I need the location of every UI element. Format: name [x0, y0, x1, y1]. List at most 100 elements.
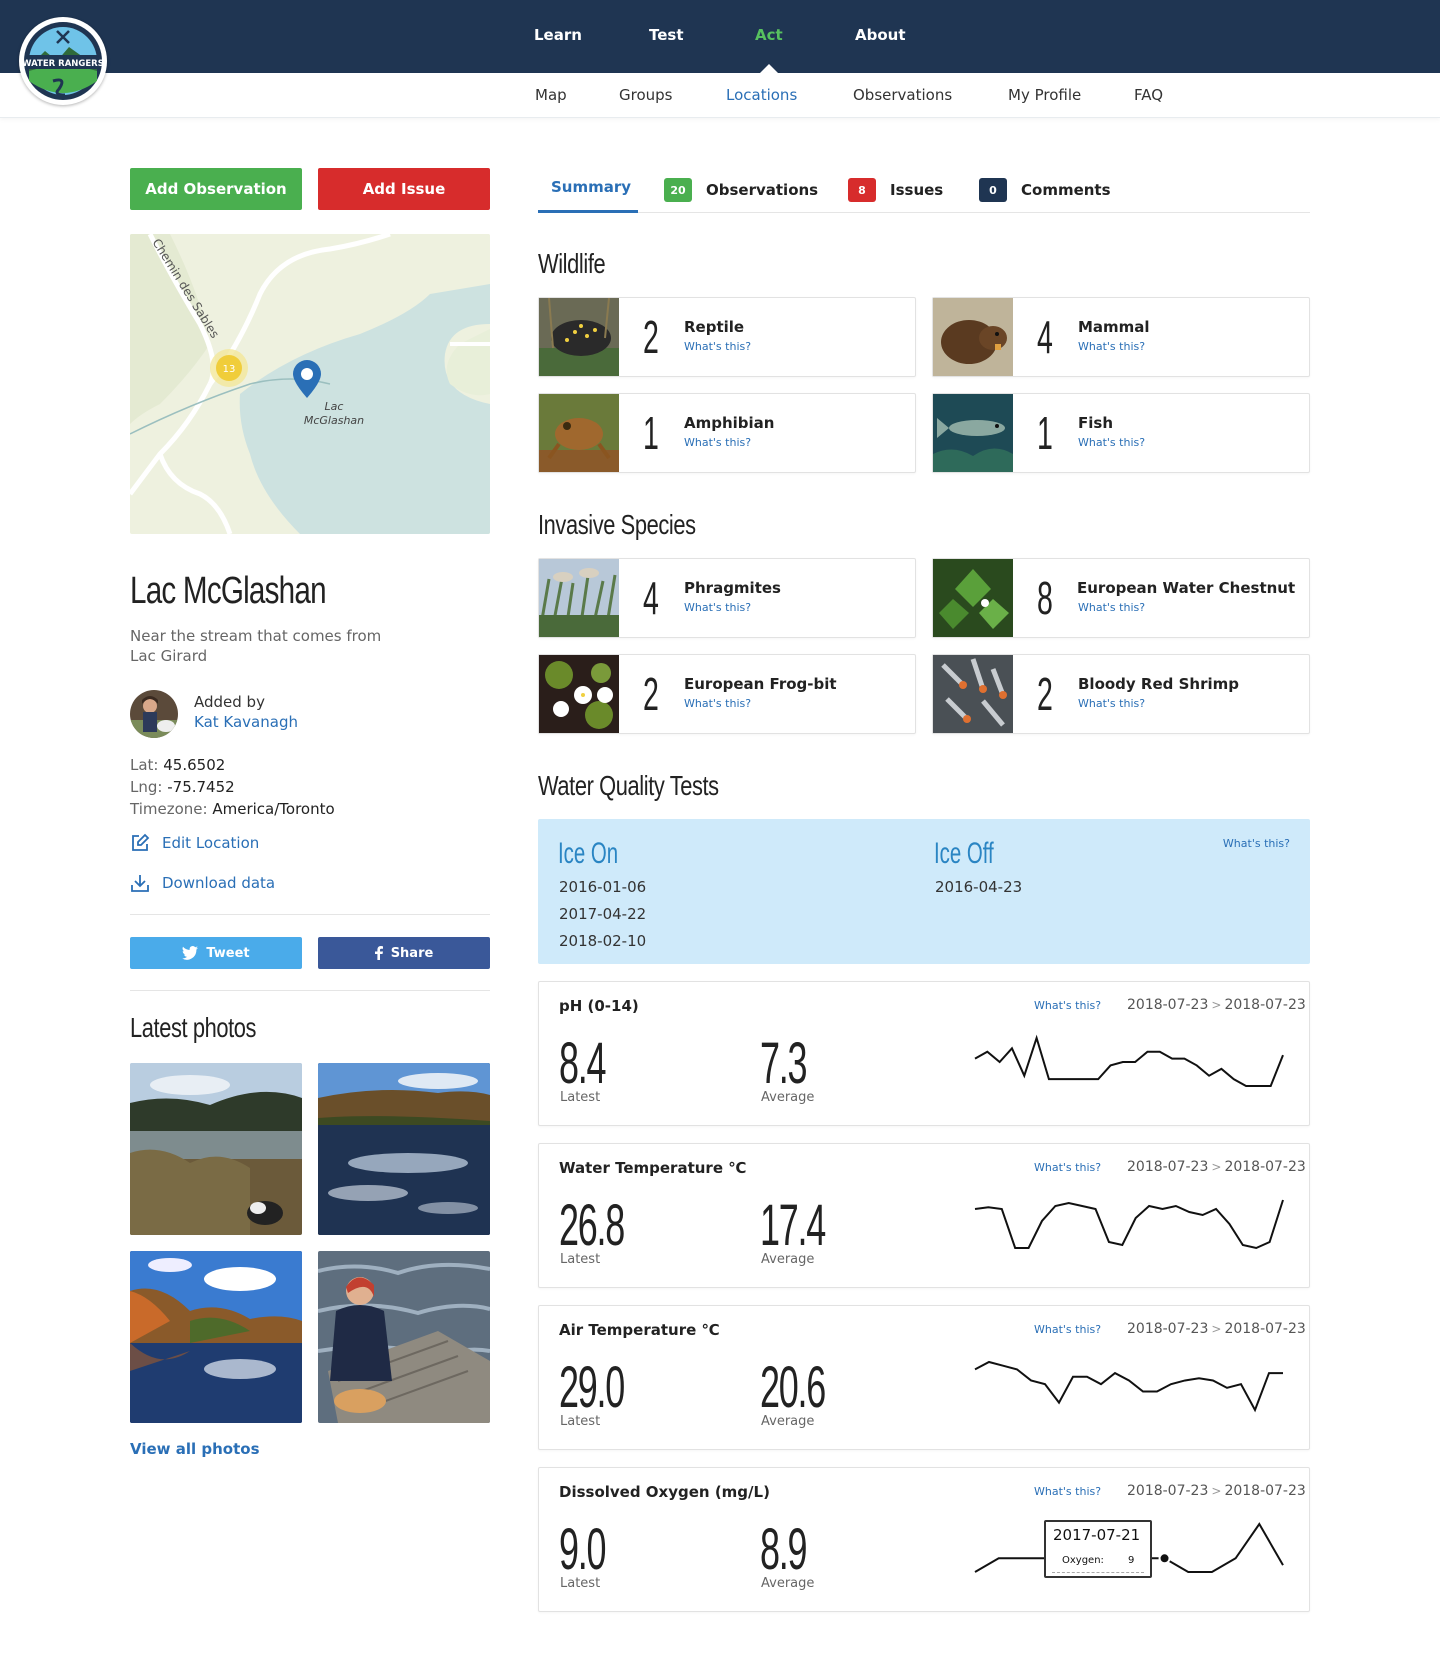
- map-lake-label-1: Lac: [325, 400, 344, 413]
- ice-on-off-panel: Ice On 2016-01-06 2017-04-22 2018-02-10 …: [538, 819, 1310, 964]
- whats-this-link[interactable]: What's this?: [684, 601, 751, 614]
- whats-this-link[interactable]: What's this?: [1034, 1485, 1101, 1498]
- facebook-icon: [374, 946, 383, 960]
- invasive-card-european-frog-bit[interactable]: 2 European Frog-bit What's this?: [538, 654, 916, 734]
- whats-this-link[interactable]: What's this?: [684, 697, 751, 710]
- invasive-card-european-water-chestnut[interactable]: 8 European Water Chestnut What's this?: [932, 558, 1310, 638]
- tweet-button[interactable]: Tweet: [130, 937, 302, 969]
- whats-this-link[interactable]: What's this?: [1034, 1323, 1101, 1336]
- location-tabs: Summary 20 Observations 8 Issues 0 Comme…: [538, 170, 1310, 213]
- amphibian-photo: [539, 394, 619, 472]
- test-title: Water Temperature ℃: [559, 1159, 747, 1177]
- whats-this-link[interactable]: What's this?: [1034, 1161, 1101, 1174]
- invasive-name: European Water Chestnut: [1077, 579, 1296, 597]
- longitude: Lng: -75.7452: [130, 778, 235, 796]
- tab-observations[interactable]: 20 Observations: [664, 178, 818, 202]
- tab-issues-label: Issues: [890, 181, 944, 199]
- photo-thumbnail[interactable]: [318, 1063, 490, 1235]
- tab-summary[interactable]: Summary: [551, 178, 631, 196]
- tz-label: Timezone:: [130, 800, 208, 818]
- whats-this-link[interactable]: What's this?: [1034, 999, 1101, 1012]
- active-tab-indicator: [538, 210, 638, 213]
- tab-comments-label: Comments: [1021, 181, 1111, 199]
- wildlife-name: Mammal: [1078, 318, 1150, 336]
- water-temperature-sparkline[interactable]: [969, 1194, 1289, 1254]
- subnav-locations[interactable]: Locations: [726, 86, 797, 104]
- photo-thumbnail[interactable]: [130, 1063, 302, 1235]
- wildlife-name: Amphibian: [684, 414, 775, 432]
- tab-comments[interactable]: 0 Comments: [979, 178, 1111, 202]
- photo-thumbnail[interactable]: [318, 1251, 490, 1423]
- average-label: Average: [761, 1414, 815, 1429]
- test-card-ph: pH (0-14) What's this? 2018-07-23 >2018-0…: [538, 981, 1310, 1126]
- date-range: 2018-07-23 >2018-07-23: [1127, 997, 1306, 1013]
- test-title: Dissolved Oxygen (mg/L): [559, 1483, 770, 1501]
- download-icon: [131, 875, 149, 892]
- photo-thumbnail[interactable]: [130, 1251, 302, 1423]
- share-button[interactable]: Share: [318, 937, 490, 969]
- water-rangers-logo[interactable]: WATER RANGERS: [19, 17, 107, 105]
- subnav-groups[interactable]: Groups: [619, 86, 672, 104]
- subnav-my-profile[interactable]: My Profile: [1008, 86, 1081, 104]
- invasive-card-bloody-red-shrimp[interactable]: 2 Bloody Red Shrimp What's this?: [932, 654, 1310, 734]
- download-data-link[interactable]: Download data: [130, 873, 275, 893]
- ph-sparkline[interactable]: [969, 1032, 1289, 1092]
- whats-this-link[interactable]: What's this?: [1078, 340, 1145, 353]
- lat-label: Lat:: [130, 756, 159, 774]
- date-from: 2018-07-23: [1127, 997, 1209, 1013]
- map-cluster-count[interactable]: 13: [223, 364, 236, 375]
- add-issue-button[interactable]: Add Issue: [318, 168, 490, 210]
- nav-test[interactable]: Test: [649, 26, 684, 44]
- invasive-name: Bloody Red Shrimp: [1078, 675, 1239, 693]
- edit-location-link[interactable]: Edit Location: [130, 833, 259, 853]
- add-observation-button[interactable]: Add Observation: [130, 168, 302, 210]
- nav-learn[interactable]: Learn: [534, 26, 582, 44]
- ice-off-heading: Ice Off: [934, 837, 994, 870]
- subnav-observations[interactable]: Observations: [853, 86, 952, 104]
- invasive-card-phragmites[interactable]: 4 Phragmites What's this?: [538, 558, 916, 638]
- edit-location-label: Edit Location: [162, 834, 260, 852]
- ice-on-date: 2018-02-10: [559, 932, 647, 950]
- added-by-user-link[interactable]: Kat Kavanagh: [194, 713, 298, 731]
- invasive-name: European Frog-bit: [684, 675, 837, 693]
- average-value: 7.3: [760, 1031, 808, 1096]
- date-range: 2018-07-23 >2018-07-23: [1127, 1159, 1306, 1175]
- whats-this-link[interactable]: What's this?: [1078, 601, 1145, 614]
- wildlife-card-reptile[interactable]: 2 Reptile What's this?: [538, 297, 916, 377]
- location-map[interactable]: Chemin des Sables 13 Lac McGlashan: [130, 234, 490, 534]
- location-title: Lac McGlashan: [130, 570, 327, 612]
- tooltip-value: 9: [1128, 1555, 1135, 1566]
- tab-issues[interactable]: 8 Issues: [848, 178, 943, 202]
- top-nav-bar: [0, 0, 1440, 73]
- average-label: Average: [761, 1090, 815, 1105]
- latest-value: 26.8: [559, 1193, 625, 1258]
- wildlife-card-mammal[interactable]: 4 Mammal What's this?: [932, 297, 1310, 377]
- divider: [130, 990, 490, 991]
- latest-photos-heading: Latest photos: [130, 1012, 257, 1043]
- nav-act[interactable]: Act: [755, 26, 783, 44]
- wildlife-count: 1: [643, 407, 659, 459]
- divider: [130, 914, 490, 915]
- nav-about[interactable]: About: [855, 26, 906, 44]
- whats-this-link[interactable]: What's this?: [684, 436, 751, 449]
- invasive-count: 2: [1037, 668, 1053, 720]
- wildlife-card-fish[interactable]: 1 Fish What's this?: [932, 393, 1310, 473]
- subnav-faq[interactable]: FAQ: [1134, 86, 1163, 104]
- avatar[interactable]: [130, 690, 178, 738]
- latest-label: Latest: [560, 1090, 601, 1105]
- subnav-map[interactable]: Map: [535, 86, 567, 104]
- view-all-photos-link[interactable]: View all photos: [130, 1440, 260, 1458]
- date-range: 2018-07-23 >2018-07-23: [1127, 1483, 1306, 1499]
- wildlife-heading: Wildlife: [538, 248, 606, 279]
- hover-point[interactable]: [1158, 1552, 1171, 1565]
- whats-this-link[interactable]: What's this?: [684, 340, 751, 353]
- wildlife-name: Reptile: [684, 318, 745, 336]
- whats-this-link[interactable]: What's this?: [1223, 837, 1290, 850]
- air-temperature-sparkline[interactable]: [969, 1356, 1289, 1416]
- whats-this-link[interactable]: What's this?: [1078, 697, 1145, 710]
- wildlife-card-amphibian[interactable]: 1 Amphibian What's this?: [538, 393, 916, 473]
- latitude: Lat: 45.6502: [130, 756, 225, 774]
- comments-count-badge: 0: [979, 178, 1007, 202]
- whats-this-link[interactable]: What's this?: [1078, 436, 1145, 449]
- sparkline-series: [974, 1199, 1284, 1250]
